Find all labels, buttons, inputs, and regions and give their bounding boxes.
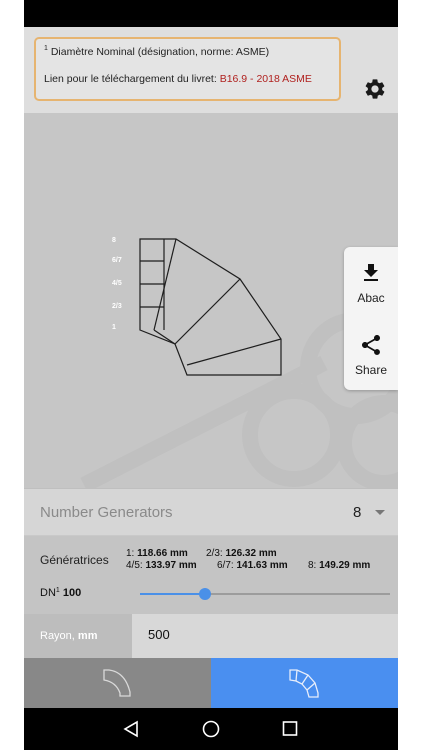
info-box: 1 Diamètre Nominal (désignation, norme: …	[34, 37, 341, 101]
tab-simple-elbow[interactable]	[24, 658, 211, 708]
elbow-simple-icon	[103, 669, 131, 697]
dn-superscript: 1	[55, 587, 60, 594]
android-navigation-bar	[24, 708, 398, 750]
dn-text: DN	[40, 587, 56, 599]
info-line-designation: 1 Diamètre Nominal (désignation, norme: …	[44, 45, 269, 58]
result-value: 126.32 mm	[225, 548, 277, 559]
result-value: 133.97 mm	[145, 560, 197, 571]
share-button[interactable]: Share	[344, 319, 398, 389]
result-item: 1: 118.66 mm	[126, 548, 188, 559]
dn-label: DN1 100	[40, 587, 81, 599]
result-key: 1:	[126, 548, 135, 559]
gear-icon[interactable]	[363, 77, 387, 101]
generator-label-1: 1	[112, 324, 116, 331]
dn-value: 100	[62, 587, 82, 599]
generator-label-6-7: 6/7	[112, 257, 122, 264]
result-item: 6/7: 141.63 mm	[217, 560, 288, 571]
result-key: 6/7:	[217, 560, 234, 571]
rayon-label-text: Rayon,	[40, 630, 78, 642]
asme-download-link[interactable]: B16.9 - 2018 ASME	[220, 73, 312, 85]
info-line-download: Lien pour le téléchargement du livret: B…	[44, 73, 312, 85]
segmented-elbow-drawing	[139, 238, 282, 376]
rayon-unit: mm	[77, 630, 98, 642]
status-bar	[24, 0, 398, 27]
result-key: 8:	[308, 560, 317, 571]
generator-label-2-3: 2/3	[112, 303, 122, 310]
number-generators-label: Number Generators	[40, 504, 173, 521]
home-circle-icon[interactable]	[202, 720, 220, 738]
abac-label: Abac	[357, 291, 385, 305]
result-item: 8: 149.29 mm	[308, 560, 370, 571]
results-panel: Génératrices 1: 118.66 mm 2/3: 126.32 mm…	[24, 536, 398, 614]
elbow-drawing-canvas: 8 6/7 4/5 2/3 1 Abac Share	[24, 113, 398, 488]
result-value: 149.29 mm	[319, 560, 371, 571]
dn-slider-thumb[interactable]	[199, 588, 211, 600]
screen: 1 Diamètre Nominal (désignation, norme: …	[0, 0, 422, 750]
rayon-row: Rayon, mm 500	[24, 614, 398, 658]
recents-square-icon[interactable]	[282, 720, 298, 738]
result-item: 4/5: 133.97 mm	[126, 560, 197, 571]
back-triangle-icon[interactable]	[123, 720, 139, 738]
top-bar: 1 Diamètre Nominal (désignation, norme: …	[24, 27, 398, 113]
abac-button[interactable]: Abac	[344, 247, 398, 317]
rayon-input[interactable]: 500	[148, 627, 170, 642]
info-superscript: 1	[44, 45, 48, 52]
generator-label-4-5: 4/5	[112, 280, 122, 287]
info-designation-text: Diamètre Nominal (désignation, norme: AS…	[50, 46, 270, 58]
tab-segmented-elbow[interactable]	[211, 658, 398, 708]
rayon-label-box: Rayon, mm	[24, 614, 132, 658]
side-action-panel: Abac Share	[344, 247, 398, 390]
generator-label-8: 8	[112, 237, 116, 244]
dn-slider-fill	[140, 593, 205, 595]
number-generators-value: 8	[353, 504, 362, 521]
result-key: 2/3:	[206, 548, 223, 559]
share-icon	[362, 335, 380, 355]
download-icon	[364, 264, 378, 281]
result-item: 2/3: 126.32 mm	[206, 548, 277, 559]
info-download-text: Lien pour le téléchargement du livret:	[44, 73, 220, 85]
result-value: 141.63 mm	[236, 560, 288, 571]
number-generators-select[interactable]: Number Generators 8	[24, 488, 398, 535]
generatrices-title: Génératrices	[40, 553, 109, 567]
result-value: 118.66 mm	[137, 548, 188, 559]
rayon-label: Rayon, mm	[40, 630, 97, 642]
share-label: Share	[354, 363, 388, 377]
elbow-type-tabs	[24, 658, 398, 708]
result-key: 4/5:	[126, 560, 143, 571]
caret-down-icon	[375, 510, 385, 515]
elbow-segmented-icon	[289, 669, 319, 698]
app-window: 1 Diamètre Nominal (désignation, norme: …	[24, 0, 398, 750]
